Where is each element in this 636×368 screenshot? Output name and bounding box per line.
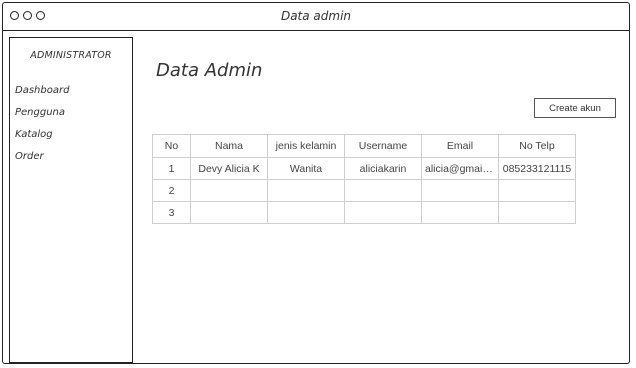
cell-nama <box>190 201 268 224</box>
cell-no-telp <box>498 201 576 224</box>
sidebar-header: ADMINISTRATOR <box>30 50 112 61</box>
sidebar-item-dashboard[interactable]: Dashboard <box>15 84 69 106</box>
page-title: Data Admin <box>156 60 263 81</box>
title-bar: Data admin <box>3 3 629 31</box>
cell-jenis-kelamin: Wanita <box>267 157 345 180</box>
sidebar: ADMINISTRATOR Dashboard Pengguna Katalog… <box>9 37 133 363</box>
column-header-jenis-kelamin[interactable]: jenis kelamin <box>267 134 345 158</box>
sidebar-nav: Dashboard Pengguna Katalog Order <box>15 84 69 172</box>
cell-nama: Devy Alicia K <box>190 157 268 180</box>
cell-username <box>344 201 422 224</box>
cell-username: aliciakarin <box>344 157 422 180</box>
admin-table: No Nama jenis kelamin Username Email No … <box>152 134 576 224</box>
cell-no: 1 <box>152 157 191 180</box>
cell-no-telp <box>498 179 576 202</box>
sidebar-item-katalog[interactable]: Katalog <box>15 128 69 150</box>
cell-jenis-kelamin <box>267 201 345 224</box>
cell-no-telp: 085233121115 <box>498 157 576 180</box>
cell-username <box>344 179 422 202</box>
table-row[interactable]: 2 <box>152 179 576 202</box>
cell-jenis-kelamin <box>267 179 345 202</box>
table-row[interactable]: 1 Devy Alicia K Wanita aliciakarin alici… <box>152 157 576 180</box>
main-content: Data Admin Create akun No Nama jenis kel… <box>134 32 629 363</box>
cell-email <box>421 179 499 202</box>
column-header-no-telp[interactable]: No Telp <box>498 134 576 158</box>
column-header-email[interactable]: Email <box>421 134 499 158</box>
table-row[interactable]: 3 <box>152 201 576 224</box>
column-header-username[interactable]: Username <box>344 134 422 158</box>
table-header-row: No Nama jenis kelamin Username Email No … <box>152 134 576 158</box>
cell-email-text: alicia@gmail.... <box>425 162 495 175</box>
sidebar-item-pengguna[interactable]: Pengguna <box>15 106 69 128</box>
cell-no: 3 <box>152 201 191 224</box>
column-header-nama[interactable]: Nama <box>190 134 268 158</box>
app-window: Data admin ADMINISTRATOR Dashboard Pengg… <box>2 2 630 364</box>
cell-email <box>421 201 499 224</box>
cell-nama <box>190 179 268 202</box>
sidebar-item-order[interactable]: Order <box>15 150 69 172</box>
create-account-button[interactable]: Create akun <box>534 98 616 118</box>
column-header-no[interactable]: No <box>152 134 191 158</box>
cell-email: alicia@gmail.... <box>421 157 499 180</box>
cell-no: 2 <box>152 179 191 202</box>
window-title: Data admin <box>280 9 352 23</box>
